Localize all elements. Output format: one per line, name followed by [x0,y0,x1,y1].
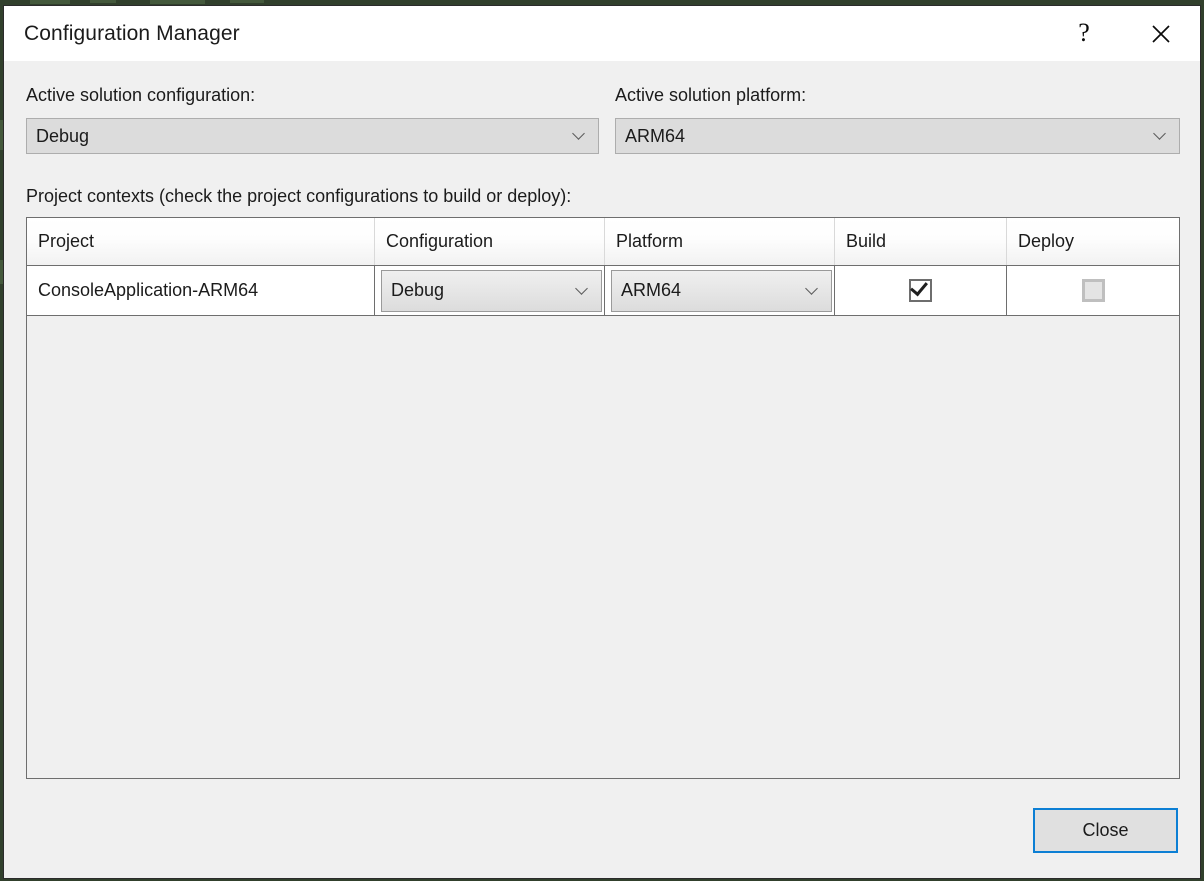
build-checkbox[interactable] [909,279,932,302]
column-header-platform[interactable]: Platform [605,218,835,265]
checkmark-icon [910,278,928,297]
configuration-manager-dialog: Configuration Manager ? Active solution … [3,5,1201,879]
column-header-deploy[interactable]: Deploy [1007,218,1179,265]
cell-configuration: Debug [375,266,605,315]
row-platform-value: ARM64 [612,280,681,301]
chevron-down-icon [807,284,818,295]
project-contexts-label: Project contexts (check the project conf… [26,186,571,207]
cell-project-name: ConsoleApplication-ARM64 [27,266,375,315]
chevron-down-icon [574,129,585,140]
active-solution-platform-label: Active solution platform: [615,85,806,106]
table-row[interactable]: ConsoleApplication-ARM64 Debug ARM64 [27,266,1179,316]
row-configuration-combobox[interactable]: Debug [381,270,602,312]
question-mark-icon: ? [1078,20,1090,46]
cell-platform: ARM64 [605,266,835,315]
grid-header-row: Project Configuration Platform Build Dep… [27,218,1179,266]
active-solution-configuration-value: Debug [27,126,89,147]
column-header-configuration[interactable]: Configuration [375,218,605,265]
deploy-checkbox [1082,279,1105,302]
column-header-project[interactable]: Project [27,218,375,265]
close-button[interactable]: Close [1033,808,1178,853]
active-solution-platform-value: ARM64 [616,126,685,147]
close-icon [1151,24,1171,44]
active-solution-platform-combobox[interactable]: ARM64 [615,118,1180,154]
project-contexts-grid: Project Configuration Platform Build Dep… [26,217,1180,779]
active-solution-configuration-combobox[interactable]: Debug [26,118,599,154]
window-title: Configuration Manager [24,22,240,46]
column-header-build[interactable]: Build [835,218,1007,265]
cell-build [835,266,1007,315]
row-platform-combobox[interactable]: ARM64 [611,270,832,312]
row-configuration-value: Debug [382,280,444,301]
chevron-down-icon [577,284,588,295]
help-button[interactable]: ? [1061,6,1107,61]
cell-deploy [1007,266,1179,315]
close-window-button[interactable] [1138,6,1184,61]
active-solution-configuration-label: Active solution configuration: [26,85,255,106]
title-bar[interactable]: Configuration Manager ? [4,6,1200,61]
chevron-down-icon [1155,129,1166,140]
